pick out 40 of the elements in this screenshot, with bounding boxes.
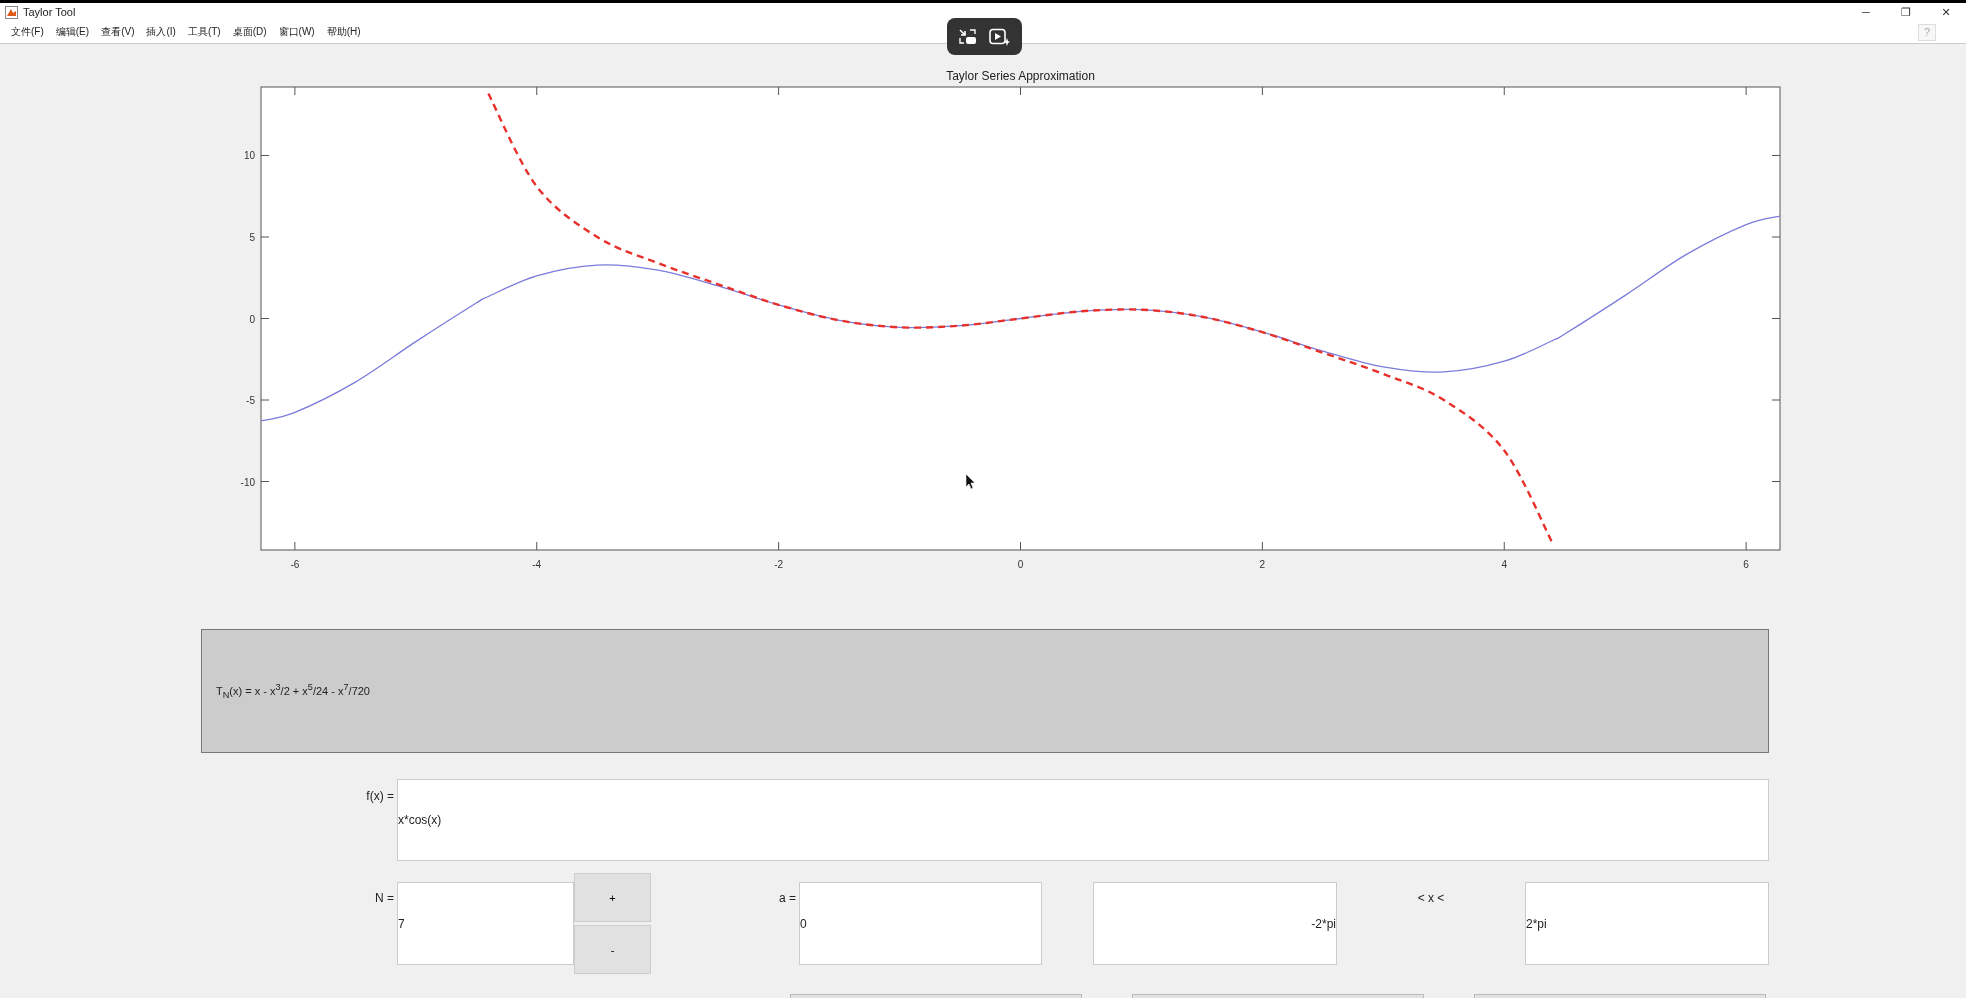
x-tick-label: 2 xyxy=(1259,559,1266,570)
x-tick-label: 6 xyxy=(1743,559,1749,570)
x-tick-label: -4 xyxy=(532,559,542,570)
cursor-icon xyxy=(965,473,976,490)
chart-title: Taylor Series Approximation xyxy=(946,69,1095,83)
y-tick-label: 0 xyxy=(249,313,255,325)
window-control[interactable]: ─ xyxy=(1846,6,1886,18)
window-title: Taylor Tool xyxy=(23,6,76,18)
menu-item[interactable]: 工具(T) xyxy=(187,25,221,39)
menu-item[interactable]: 帮助(H) xyxy=(326,25,361,39)
window-control[interactable]: ✕ xyxy=(1926,5,1966,19)
x-tick-label: -2 xyxy=(774,559,784,570)
x-tick-label: 4 xyxy=(1501,559,1508,570)
range-label: < x < xyxy=(1417,891,1445,905)
pip-icon[interactable] xyxy=(958,27,979,46)
field-label: N = xyxy=(375,891,394,905)
formula-text: T$_{N}$(x) = x - x$^{3}$/2 + x$^{5}$/24 - x$^{7}$/720 xyxy=(216,682,370,700)
range-min-field[interactable]: -2*pi xyxy=(1093,882,1337,965)
center-input-field[interactable]: 0 xyxy=(799,882,1042,965)
y-tick-label: 5 xyxy=(249,232,255,243)
menu-item[interactable]: 文件(F) xyxy=(11,25,44,39)
y-tick-label: -5 xyxy=(246,395,255,406)
order-input-field[interactable]: 7 xyxy=(397,882,574,965)
range-max-field[interactable]: 2*pi xyxy=(1525,882,1769,965)
menu-item[interactable]: 编辑(E) xyxy=(55,25,90,39)
x-tick-label: 0 xyxy=(1017,559,1024,570)
menu-item[interactable]: 桌面(D) xyxy=(232,25,267,39)
play-sparkle-icon[interactable] xyxy=(988,27,1011,46)
field-label: f(x) = xyxy=(366,789,394,803)
y-tick-label: -10 xyxy=(240,476,255,488)
increment-button[interactable]: + xyxy=(574,873,651,922)
menu-item[interactable]: 查看(V) xyxy=(101,25,135,39)
y-tick-label: 10 xyxy=(243,150,255,162)
menu-item[interactable]: 插入(I) xyxy=(146,25,176,39)
menu-item[interactable]: 窗口(W) xyxy=(278,25,315,39)
function-input-field[interactable]: x*cos(x) xyxy=(397,779,1769,861)
field-label: a = xyxy=(779,891,796,905)
x-tick-label: -6 xyxy=(290,559,300,570)
window-control[interactable]: ❐ xyxy=(1886,5,1926,19)
decrement-button[interactable]: - xyxy=(574,925,651,974)
